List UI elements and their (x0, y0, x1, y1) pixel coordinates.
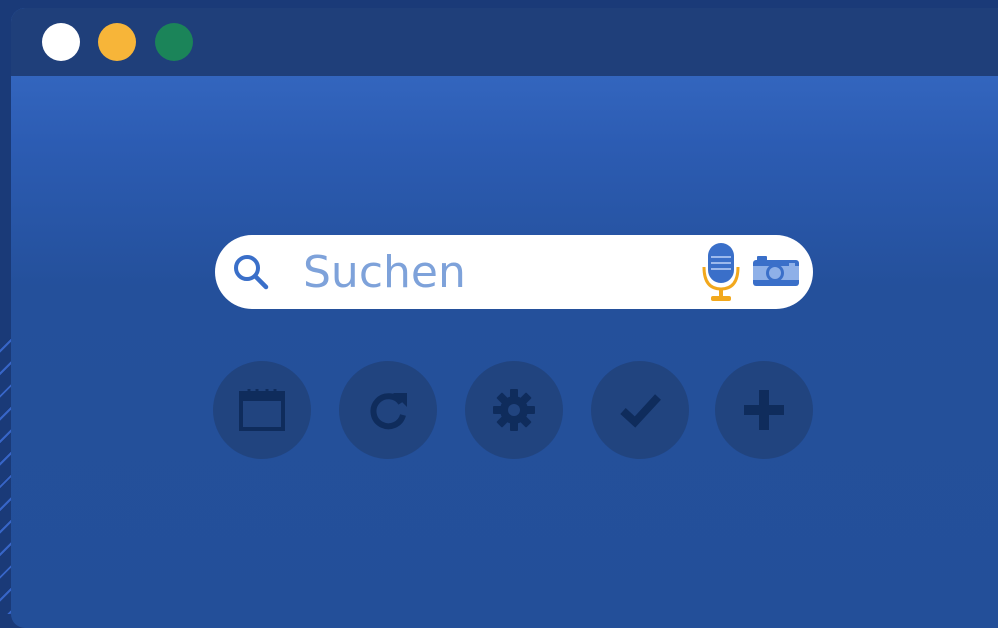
title-bar (11, 8, 998, 76)
camera-icon[interactable] (751, 252, 801, 290)
calendar-icon (239, 389, 285, 431)
add-button[interactable] (715, 361, 813, 459)
settings-gear-icon (493, 389, 535, 431)
search-input[interactable] (303, 245, 683, 299)
microphone-icon[interactable] (699, 241, 743, 303)
browser-window (11, 8, 998, 628)
search-icon[interactable] (231, 252, 271, 292)
checkmark-icon (620, 394, 661, 428)
refresh-button[interactable] (339, 361, 437, 459)
search-bar (215, 235, 813, 309)
settings-button[interactable] (465, 361, 563, 459)
minimize-window-button[interactable] (98, 23, 136, 61)
close-window-button[interactable] (42, 23, 80, 61)
plus-icon (744, 390, 784, 430)
calendar-button[interactable] (213, 361, 311, 459)
refresh-icon (370, 393, 407, 430)
maximize-window-button[interactable] (155, 23, 193, 61)
check-button[interactable] (591, 361, 689, 459)
